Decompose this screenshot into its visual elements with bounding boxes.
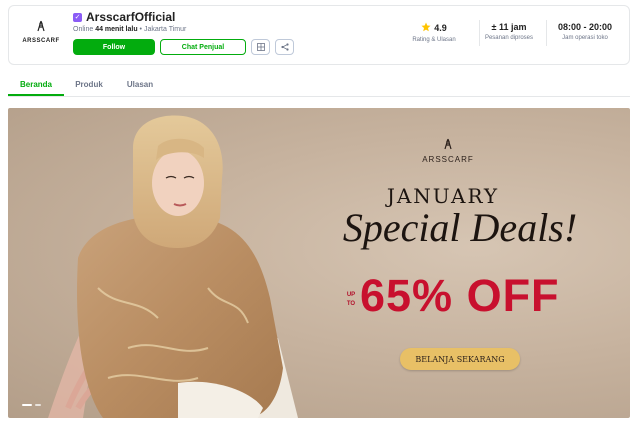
processing-value: ± 11 jam (491, 22, 527, 32)
shop-tabs: Beranda Produk Ulasan (8, 74, 630, 97)
stat-rating: 4.9 Rating & Ulasan (399, 22, 469, 43)
carousel-dot-active[interactable] (22, 404, 32, 406)
tab-produk[interactable]: Produk (66, 74, 112, 95)
shop-header: ARSSCARF ✓ ArsscarfOfficial Online 44 me… (8, 5, 630, 65)
chat-seller-button[interactable]: Chat Penjual (160, 39, 246, 55)
brand-mark-icon (21, 20, 61, 35)
banner-script: Special Deals! (342, 205, 578, 250)
stat-divider (479, 20, 480, 46)
stat-hours: 08:00 - 20:00 Jam operasi toko (553, 22, 617, 41)
model-photo (48, 115, 298, 418)
status-prefix: Online (73, 26, 94, 33)
rating-value: 4.9 (434, 23, 447, 33)
shop-logo-text: ARSSCARF (22, 38, 60, 44)
carousel-indicators (22, 404, 41, 406)
shop-name: ArsscarfOfficial (86, 10, 176, 24)
banner-discount: 65% OFF (360, 270, 560, 321)
grid-icon (256, 38, 265, 56)
share-button[interactable] (275, 39, 294, 55)
promo-banner[interactable]: ARSSCARF JANUARY Special Deals! UP TO 65… (8, 108, 630, 418)
stat-divider (546, 20, 547, 46)
banner-brand-text: ARSSCARF (422, 155, 474, 164)
processing-label: Pesanan diproses (484, 35, 534, 41)
status-time: 44 menit lalu (95, 26, 138, 33)
shop-status: Online 44 menit lalu • Jakarta Timur (73, 26, 294, 33)
shop-info: ✓ ArsscarfOfficial Online 44 menit lalu … (73, 10, 294, 55)
status-location: • Jakarta Timur (139, 26, 187, 33)
carousel-dot[interactable] (35, 404, 41, 406)
shop-now-button[interactable]: BELANJA SEKARANG (400, 348, 520, 370)
hours-label: Jam operasi toko (562, 35, 608, 41)
shop-info-button[interactable] (251, 39, 270, 55)
hours-value: 08:00 - 20:00 (557, 22, 613, 32)
shop-logo[interactable]: ARSSCARF (21, 20, 61, 52)
official-badge-icon: ✓ (73, 12, 82, 22)
share-icon (280, 38, 289, 56)
banner-brand: ARSSCARF (418, 138, 478, 164)
banner-upto: UP TO (346, 292, 356, 307)
tab-ulasan[interactable]: Ulasan (118, 74, 162, 95)
brand-mark-icon (418, 138, 478, 153)
tab-beranda[interactable]: Beranda (8, 74, 64, 96)
stat-processing: ± 11 jam Pesanan diproses (481, 22, 537, 41)
rating-label: Rating & Ulasan (412, 37, 456, 43)
star-icon (421, 22, 431, 34)
follow-button[interactable]: Follow (73, 39, 155, 55)
